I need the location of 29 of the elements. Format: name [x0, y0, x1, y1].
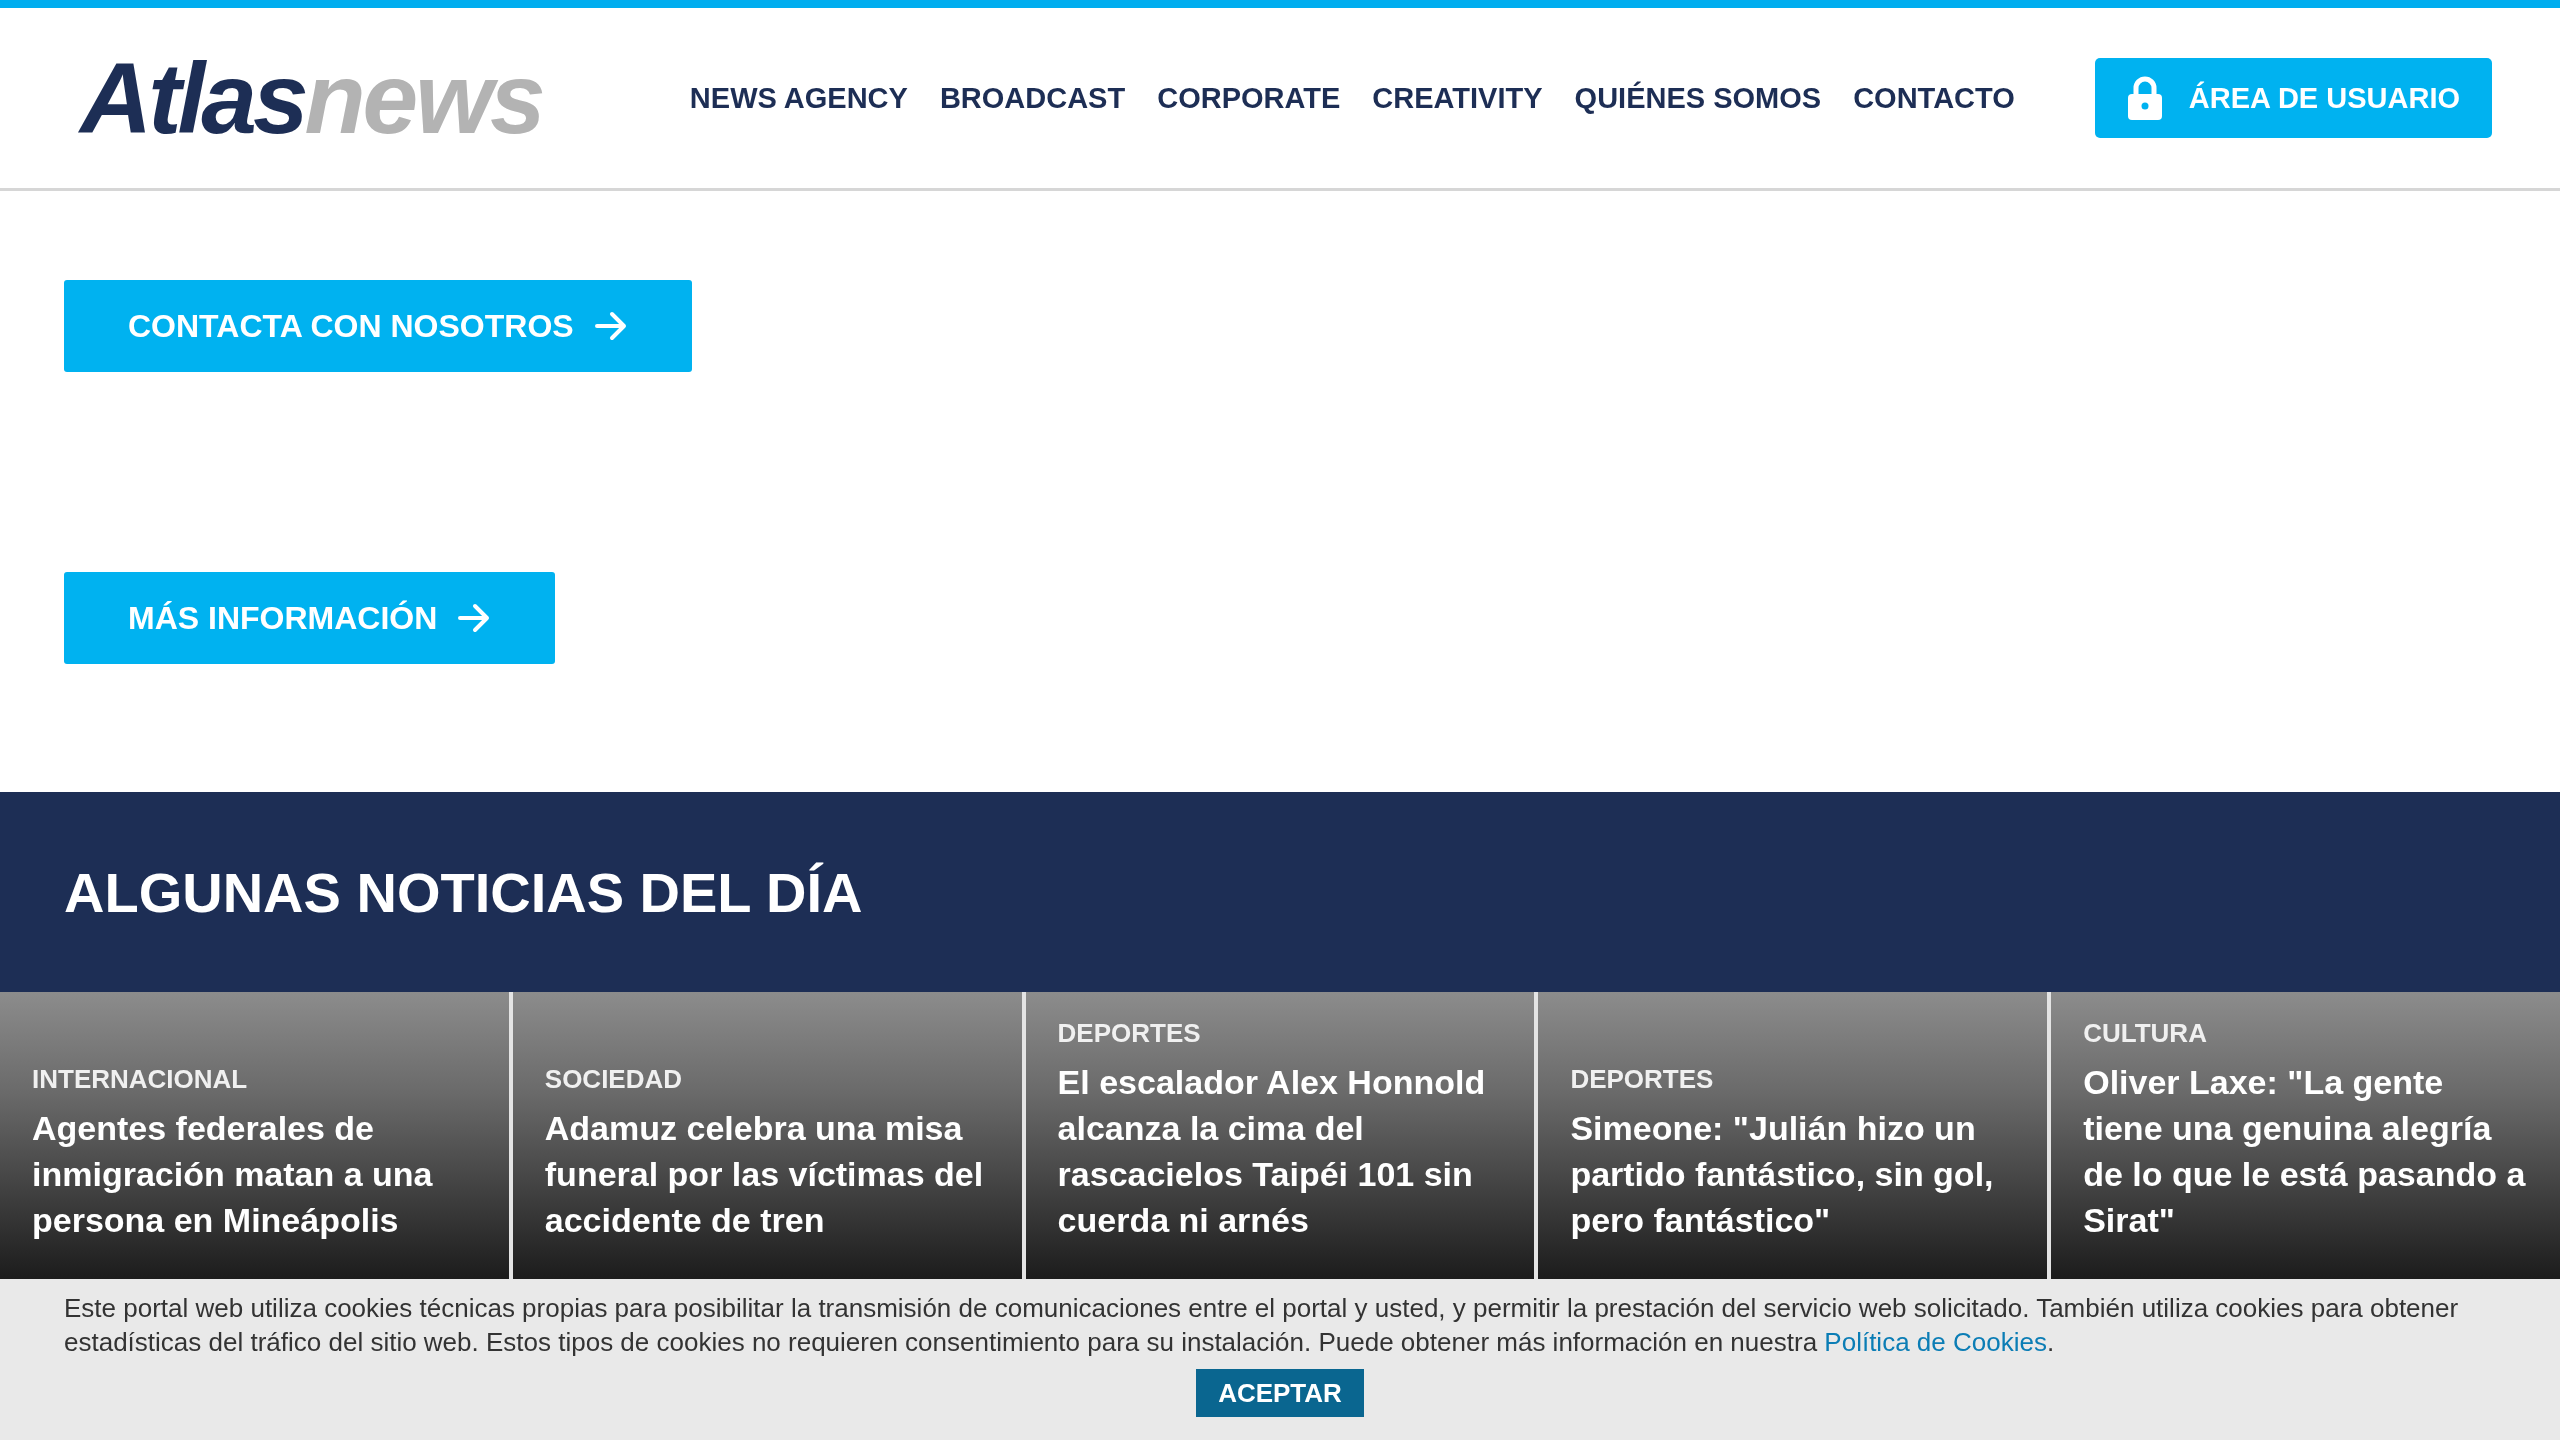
arrow-right-icon	[593, 311, 628, 341]
lock-icon	[2126, 75, 2163, 121]
news-category: DEPORTES	[1057, 1018, 1202, 1049]
news-headline[interactable]: Agentes federales de inmigración matan a una persona en Mineápolis	[32, 1105, 477, 1243]
news-headline[interactable]: Adamuz celebra una misa funeral por las víctimas del accidente de tren	[544, 1105, 990, 1243]
nav-link[interactable]: CORPORATE	[1157, 81, 1341, 115]
news-card[interactable]: SOCIEDAD Adamuz celebra una misa funeral por las víctimas del accidente de tren	[512, 992, 1022, 1279]
news-headline[interactable]: Oliver Laxe: "La gente tiene una genuina alegría de lo que le está pasando a Sirat"	[2083, 1059, 2528, 1243]
cookie-notice: Este portal web utiliza cookies técnicas propias para posibilitar la transmisión de comunicaciones entre el portal y usted, y permitir la prestación del servicio web solicitado. También utiliza cookies para obtener estadísticas del tráfico del sitio web. Estos tipos de cookies no requieren consentimiento para su instalación. Puede obtener más información en nuestra Política de Cookies.	[64, 1292, 2460, 1359]
news-card[interactable]: INTERNACIONAL Agentes federales de inmigración matan a una persona en Mineápolis	[0, 992, 509, 1279]
news-category: SOCIEDAD	[544, 1064, 684, 1095]
arrow-right-icon	[457, 603, 492, 633]
nav-link[interactable]: NEWS AGENCY	[689, 81, 908, 115]
news-headline[interactable]: Simeone: "Julián hizo un partido fantástico, sin gol, pero fantástico"	[1570, 1105, 2016, 1243]
news-category: DEPORTES	[1570, 1064, 1715, 1095]
news-card[interactable]: CULTURA Oliver Laxe: "La gente tiene una genuina alegría de lo que le está pasando a Sirat"	[2051, 992, 2560, 1279]
nav-link[interactable]: BROADCAST	[939, 81, 1126, 115]
accept-button[interactable]: ACEPTAR	[1196, 1369, 1364, 1417]
nav-link[interactable]: QUIÉNES SOMOS	[1574, 81, 1822, 115]
logo[interactable]: Atlasnews	[80, 48, 610, 148]
section-title: ALGUNAS NOTICIAS DEL DÍA	[64, 859, 863, 925]
cookie-policy-link[interactable]: Política de Cookies	[1824, 1327, 2047, 1357]
news-card[interactable]: DEPORTES Simeone: "Julián hizo un partido fantástico, sin gol, pero fantástico"	[1538, 992, 2048, 1279]
news-category: CULTURA	[2083, 1018, 2208, 1049]
news-card[interactable]: DEPORTES El escalador Alex Honnold alcanza la cima del rascacielos Taipéi 101 sin cuerda ni arnés	[1025, 992, 1535, 1279]
nav-link[interactable]: CONTACTO	[1853, 81, 2015, 115]
news-category: INTERNACIONAL	[32, 1064, 249, 1095]
nav-link[interactable]: CREATIVITY	[1372, 81, 1543, 115]
news-headline[interactable]: El escalador Alex Honnold alcanza la cima del rascacielos Taipéi 101 sin cuerda ni arnés	[1057, 1059, 1503, 1243]
